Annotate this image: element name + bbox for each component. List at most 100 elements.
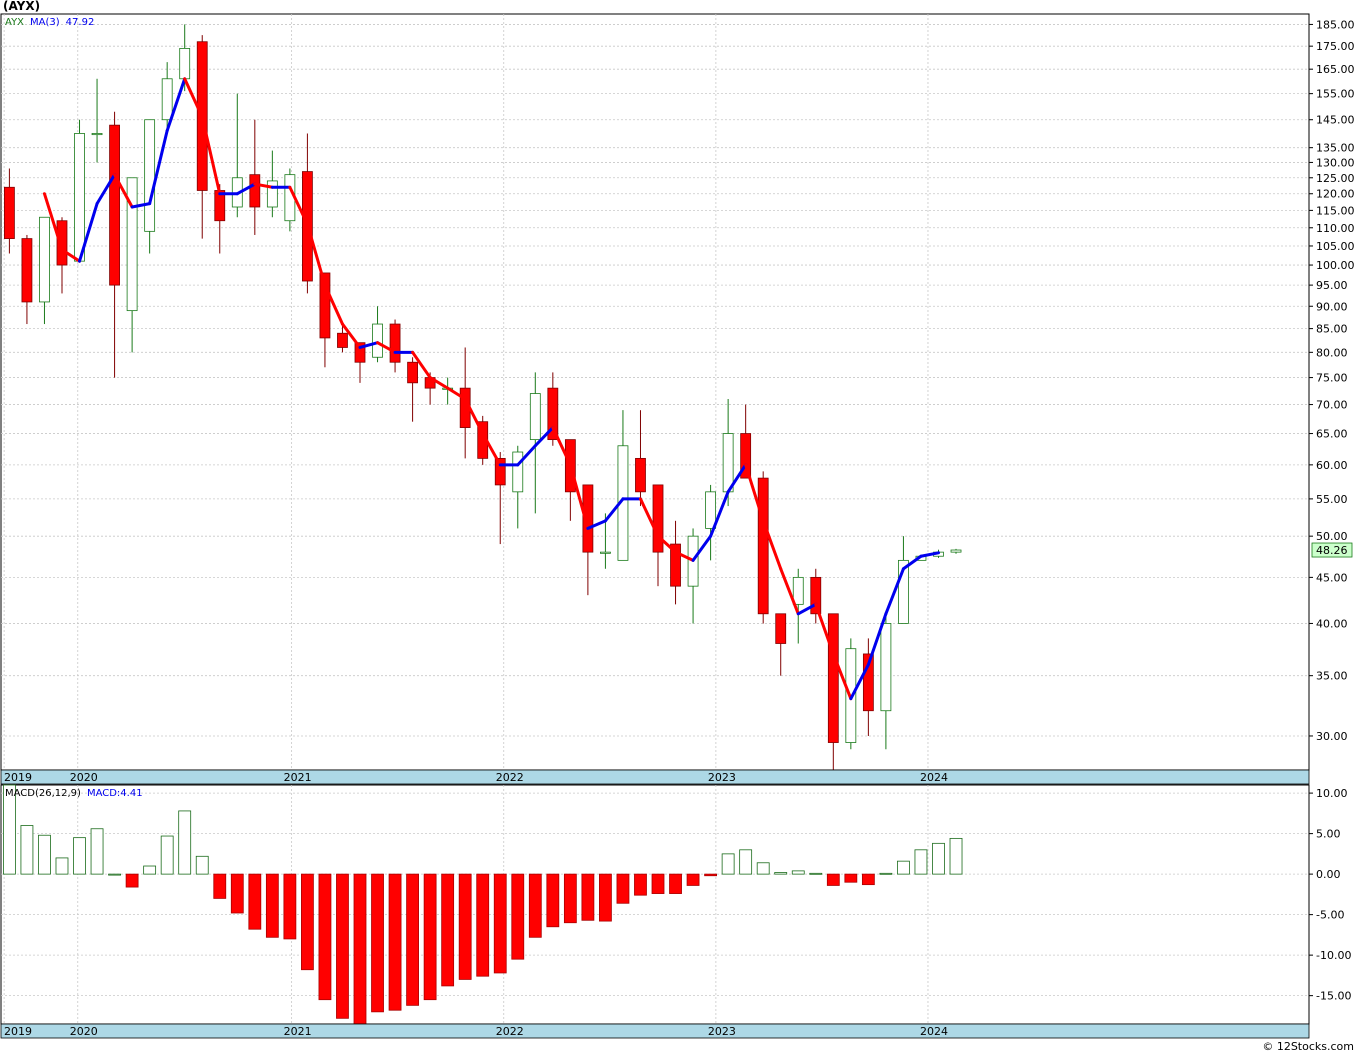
price-ytick-label: 120.00: [1316, 188, 1355, 201]
macd-bar: [949, 837, 963, 875]
macd-bar: [563, 873, 577, 924]
candle-body: [337, 332, 348, 348]
price-ytick-label: 50.00: [1316, 530, 1348, 543]
candle-body: [635, 457, 646, 493]
candle-body: [407, 361, 418, 384]
candle-body: [529, 393, 541, 441]
candle-body: [4, 186, 15, 239]
macd-bar: [493, 873, 507, 974]
macd-bar: [125, 873, 139, 888]
price-ytick-label: 110.00: [1316, 222, 1355, 235]
macd-bar: [686, 873, 700, 886]
candle-body: [600, 551, 611, 554]
macd-bar: [791, 870, 805, 875]
macd-bar: [932, 842, 945, 875]
candle-body: [652, 484, 664, 553]
price-ytick-label: 175.00: [1316, 40, 1355, 53]
price-ytick-label: 95.00: [1316, 279, 1348, 292]
macd-bar: [318, 873, 332, 1001]
macd-bar: [616, 873, 630, 904]
macd-bar: [458, 873, 472, 980]
macd-bar: [704, 873, 717, 877]
candle-body: [39, 216, 50, 303]
macd-bar: [669, 873, 682, 894]
price-ytick-label: 130.00: [1316, 156, 1355, 169]
price-year-label: 2021: [284, 771, 312, 784]
candle-body: [512, 451, 524, 493]
price-ytick-label: 155.00: [1316, 88, 1355, 101]
macd-ytick-label: -5.00: [1316, 909, 1344, 922]
macd-bar: [38, 834, 51, 875]
macd-bar: [861, 873, 875, 886]
macd-bar: [336, 873, 349, 1019]
price-date-band: [0, 769, 1310, 785]
macd-year-label: 2022: [496, 1025, 524, 1038]
macd-bar: [353, 873, 367, 1025]
candle-body: [109, 124, 120, 286]
candle-body: [775, 613, 787, 644]
macd-bar: [511, 873, 525, 960]
candle-body: [266, 180, 278, 208]
price-ytick-label: 70.00: [1316, 399, 1348, 412]
macd-year-label: 2024: [920, 1025, 948, 1038]
macd-year-label: 2019: [4, 1025, 32, 1038]
macd-bar: [599, 873, 612, 922]
macd-bar: [160, 835, 174, 875]
macd-bar: [283, 873, 297, 940]
price-ytick-label: 135.00: [1316, 142, 1355, 155]
candle-body: [389, 323, 401, 363]
watermark: © 12Stocks.com: [1262, 1040, 1354, 1053]
candle-body: [792, 576, 804, 605]
candle-body: [91, 133, 103, 136]
candle-body: [757, 477, 769, 615]
macd-bar: [897, 860, 910, 875]
price-ytick-label: 115.00: [1316, 204, 1355, 217]
macd-bar: [230, 873, 244, 914]
price-year-label: 2020: [70, 771, 98, 784]
macd-legend-indicator: MACD(26,12,9): [5, 788, 81, 799]
macd-legend: MACD(26,12,9) MACD:4.41: [5, 788, 143, 799]
candle-body: [880, 623, 892, 712]
price-year-label: 2022: [496, 771, 524, 784]
macd-bar: [914, 849, 928, 875]
legend-ma-value: 47.92: [66, 17, 95, 28]
price-ytick-label: 60.00: [1316, 459, 1348, 472]
candle-body: [722, 433, 734, 493]
macd-ytick-label: 0.00: [1316, 868, 1341, 881]
price-ytick-label: 90.00: [1316, 300, 1348, 313]
candle-body: [827, 613, 839, 743]
price-ytick-label: 80.00: [1316, 346, 1348, 359]
price-ytick-label: 125.00: [1316, 172, 1355, 185]
macd-bar: [721, 853, 735, 875]
macd-bar: [20, 825, 34, 875]
macd-bar: [739, 849, 753, 875]
price-legend: AYX MA(3) 47.92: [5, 17, 94, 28]
macd-bar: [108, 873, 121, 876]
price-ytick-label: 145.00: [1316, 114, 1355, 127]
price-ytick-label: 185.00: [1316, 18, 1355, 31]
last-price-label: 48.26: [1316, 544, 1348, 557]
price-macd-chart: 30.00 35.00 40.00 45.00 50.00 55.00 60.00 65.00…: [0, 13, 1355, 1039]
macd-ytick-label: -15.00: [1316, 990, 1351, 1003]
price-ytick-label: 45.00: [1316, 571, 1348, 584]
candle-body: [161, 78, 173, 121]
macd-bar: [73, 837, 86, 875]
macd-ytick-label: 5.00: [1316, 828, 1341, 841]
macd-bar: [406, 873, 419, 1006]
macd-year-label: 2023: [708, 1025, 736, 1038]
price-year-label: 2023: [708, 771, 736, 784]
macd-year-label: 2021: [284, 1025, 312, 1038]
macd-bar: [476, 873, 490, 977]
macd-bar: [651, 873, 665, 894]
legend-ma-label: MA(3): [30, 17, 60, 28]
macd-bar: [213, 873, 227, 899]
macd-bar: [756, 862, 770, 875]
chart-stage: (AYX) © 12Stocks.com 30.00 35.00 40.00 45.0…: [0, 0, 1360, 1056]
candle-body: [74, 133, 85, 262]
macd-bar: [546, 873, 560, 928]
price-ytick-label: 65.00: [1316, 428, 1348, 441]
macd-bar: [248, 873, 262, 930]
price-ytick-label: 75.00: [1316, 372, 1348, 385]
macd-bar: [178, 810, 192, 875]
macd-panel-frame: [0, 784, 1310, 1025]
